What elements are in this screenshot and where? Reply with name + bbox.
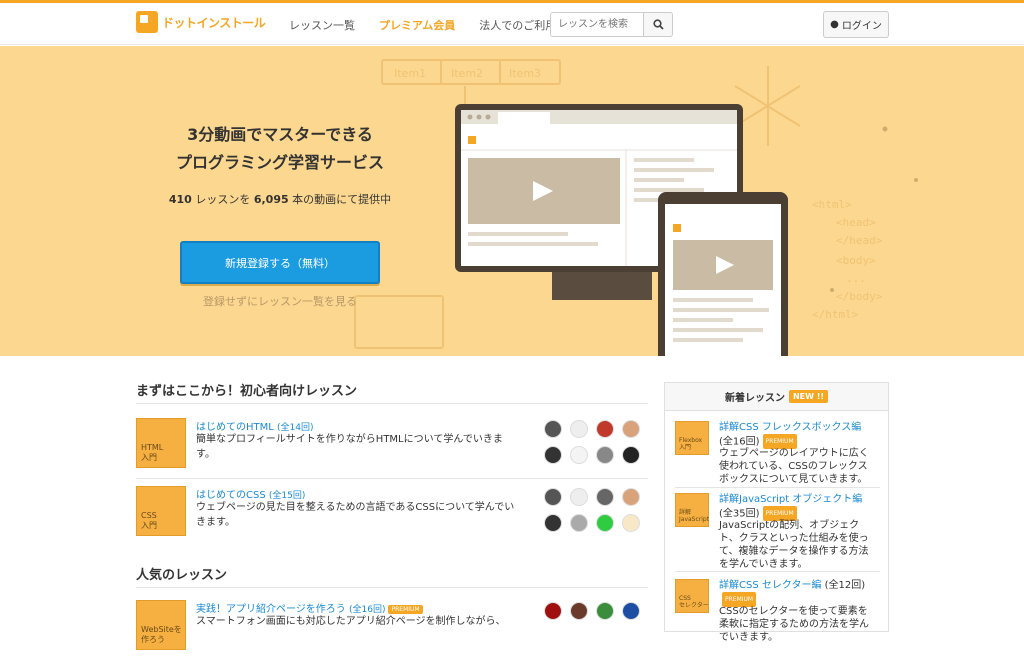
art-code-2: <head>	[836, 216, 876, 229]
art-code-1: <html>	[812, 198, 852, 211]
art-code-6: </body>	[836, 290, 883, 303]
art-code-7: </html>	[812, 308, 859, 321]
art-tab-3: Item3	[509, 67, 541, 80]
lessons-text2: 本の動画にて提供中	[288, 193, 392, 206]
site-header: ドットインストール レッスン一覧 プレミアム会員 法人でのご利用 ● ログイン	[0, 3, 1024, 45]
signup-button[interactable]: 新規登録する（無料）	[180, 241, 380, 284]
lessons-text1: レッスンを	[191, 193, 254, 206]
sidebar-lesson-desc: JavaScriptの配列、オブジェクト、クラスといった仕組みを使って、複雑なデ…	[719, 520, 869, 570]
avatar[interactable]	[596, 420, 614, 438]
avatar[interactable]	[622, 488, 640, 506]
art-code-4: <body>	[836, 254, 876, 267]
lesson-desc: ウェブページの見た目を整えるための言語であるCSSについて学んでいきます。	[196, 502, 515, 528]
divider	[136, 403, 648, 404]
art-code-5: ...	[846, 272, 866, 285]
avatar[interactable]	[622, 446, 640, 464]
lesson-thumb[interactable]: 詳解 JavaScript	[675, 493, 709, 527]
divider	[675, 487, 880, 488]
sidebar-lesson-title[interactable]: 詳解JavaScript オブジェクト編 (全35回) PREMIUM	[719, 493, 869, 521]
avatar[interactable]	[596, 514, 614, 532]
popular-heading: 人気のレッスン	[136, 568, 228, 583]
avatar[interactable]	[544, 446, 562, 464]
avatar[interactable]	[544, 602, 562, 620]
hero-title-line1: 3分動画でマスターできる	[187, 125, 373, 144]
new-badge: NEW !!	[788, 390, 829, 403]
avatar[interactable]	[570, 602, 588, 620]
site-logo[interactable]: ドットインストール	[136, 11, 266, 33]
lesson-desc: 簡単なプロフィールサイトを作りながらHTMLについて学んでいきます。	[196, 434, 503, 460]
divider	[136, 478, 648, 479]
sidebar-lesson-desc: ウェブページのレイアウトに広く使われている、CSSのフレックスボックスについて見…	[719, 448, 869, 485]
lesson-item-css[interactable]: CSS 入門 はじめてのCSS (全15回) ウェブページの見た目を整えるための…	[136, 486, 648, 548]
lesson-item-html[interactable]: HTML 入門 はじめてのHTML (全14回) 簡単なプロフィールサイトを作り…	[136, 418, 648, 480]
art-tab-1: Item1	[394, 67, 426, 80]
hero-banner: Item1 Item2 Item3 <html> <head> </head> …	[0, 46, 1024, 356]
login-button[interactable]: ● ログイン	[823, 11, 889, 38]
hero-illustration: Item1 Item2 Item3 <html> <head> </head> …	[354, 59, 918, 356]
avatar[interactable]	[596, 446, 614, 464]
nav-premium[interactable]: プレミアム会員	[379, 17, 455, 33]
sidebar-lesson-title[interactable]: 詳解CSS セレクター編 (全12回)PREMIUM	[719, 579, 869, 607]
search-icon	[652, 19, 664, 30]
beginner-heading: まずはここから！初心者向けレッスン	[136, 384, 358, 399]
avatar[interactable]	[570, 514, 588, 532]
lesson-thumb[interactable]: HTML 入門	[136, 418, 186, 468]
search-button[interactable]	[643, 13, 672, 36]
avatar[interactable]	[622, 514, 640, 532]
lesson-desc: スマートフォン画面にも対応したアプリ紹介ページを制作しながら、	[196, 616, 506, 627]
avatar[interactable]	[570, 446, 588, 464]
premium-badge: PREMIUM	[388, 604, 423, 614]
search-input[interactable]	[551, 13, 643, 36]
sidebar-lesson-flexbox[interactable]: Flexbox 入門 詳解CSS フレックスボックス編 (全16回) PREMIU…	[675, 421, 880, 489]
sidebar-lesson-desc: CSSのセレクターを使って要素を柔軟に指定するための方法を学んでいきます。	[719, 606, 869, 643]
avatar[interactable]	[622, 602, 640, 620]
lesson-thumb[interactable]: WebSiteを 作ろう	[136, 600, 186, 650]
search-box	[550, 12, 673, 37]
avatar[interactable]	[622, 420, 640, 438]
avatar[interactable]	[570, 420, 588, 438]
user-icon: ●	[830, 19, 839, 30]
main-content: まずはここから！初心者向けレッスン HTML 入門 はじめてのHTML (全14…	[0, 356, 1024, 650]
divider	[136, 587, 648, 588]
lesson-thumb[interactable]: CSS 入門	[136, 486, 186, 536]
hero-title: 3分動画でマスターできる プログラミング学習サービス	[150, 121, 410, 177]
art-code-3: </head>	[836, 234, 883, 247]
new-lessons-sidebar: 新着レッスン NEW !! Flexbox 入門 詳解CSS フレックスボックス編…	[664, 382, 889, 643]
logo-text: ドットインストール	[162, 15, 266, 30]
sidebar-heading: 新着レッスン NEW !!	[665, 383, 888, 411]
lesson-title[interactable]: はじめてのHTML (全14回)	[196, 418, 314, 433]
avatar[interactable]	[596, 488, 614, 506]
avatar[interactable]	[544, 514, 562, 532]
art-tab-2: Item2	[451, 67, 483, 80]
lesson-title[interactable]: はじめてのCSS (全15回)	[196, 486, 305, 501]
nav-business[interactable]: 法人でのご利用	[479, 17, 556, 33]
lesson-thumb[interactable]: Flexbox 入門	[675, 421, 709, 455]
sidebar-lesson-css-selector[interactable]: CSS セレクター 詳解CSS セレクター編 (全12回)PREMIUM CSS…	[675, 579, 880, 643]
login-label: ログイン	[841, 21, 882, 32]
avatar[interactable]	[596, 602, 614, 620]
main-nav: レッスン一覧 プレミアム会員 法人でのご利用	[289, 17, 580, 33]
avatar[interactable]	[544, 420, 562, 438]
logo-cube-icon	[136, 11, 158, 33]
sidebar-lesson-js-object[interactable]: 詳解 JavaScript 詳解JavaScript オブジェクト編 (全35回…	[675, 493, 880, 573]
lesson-title[interactable]: 実践！アプリ紹介ページを作ろう (全16回) PREMIUM	[196, 600, 423, 615]
lesson-thumb[interactable]: CSS セレクター	[675, 579, 709, 613]
sidebar-lesson-title[interactable]: 詳解CSS フレックスボックス編 (全16回) PREMIUM	[719, 421, 869, 449]
nav-lessons[interactable]: レッスン一覧	[289, 17, 355, 33]
lesson-item-app-page[interactable]: WebSiteを 作ろう 実践！アプリ紹介ページを作ろう (全16回) PREMI…	[136, 600, 648, 662]
avatar[interactable]	[544, 488, 562, 506]
avatar[interactable]	[570, 488, 588, 506]
divider	[675, 571, 880, 572]
lessons-count: 410	[168, 193, 192, 206]
videos-count: 6,095	[253, 193, 289, 206]
browse-lessons-link[interactable]: 登録せずにレッスン一覧を見る	[180, 293, 380, 309]
hero-title-line2: プログラミング学習サービス	[175, 153, 384, 172]
hero-stats: 410 レッスンを 6,095 本の動画にて提供中	[150, 191, 410, 207]
